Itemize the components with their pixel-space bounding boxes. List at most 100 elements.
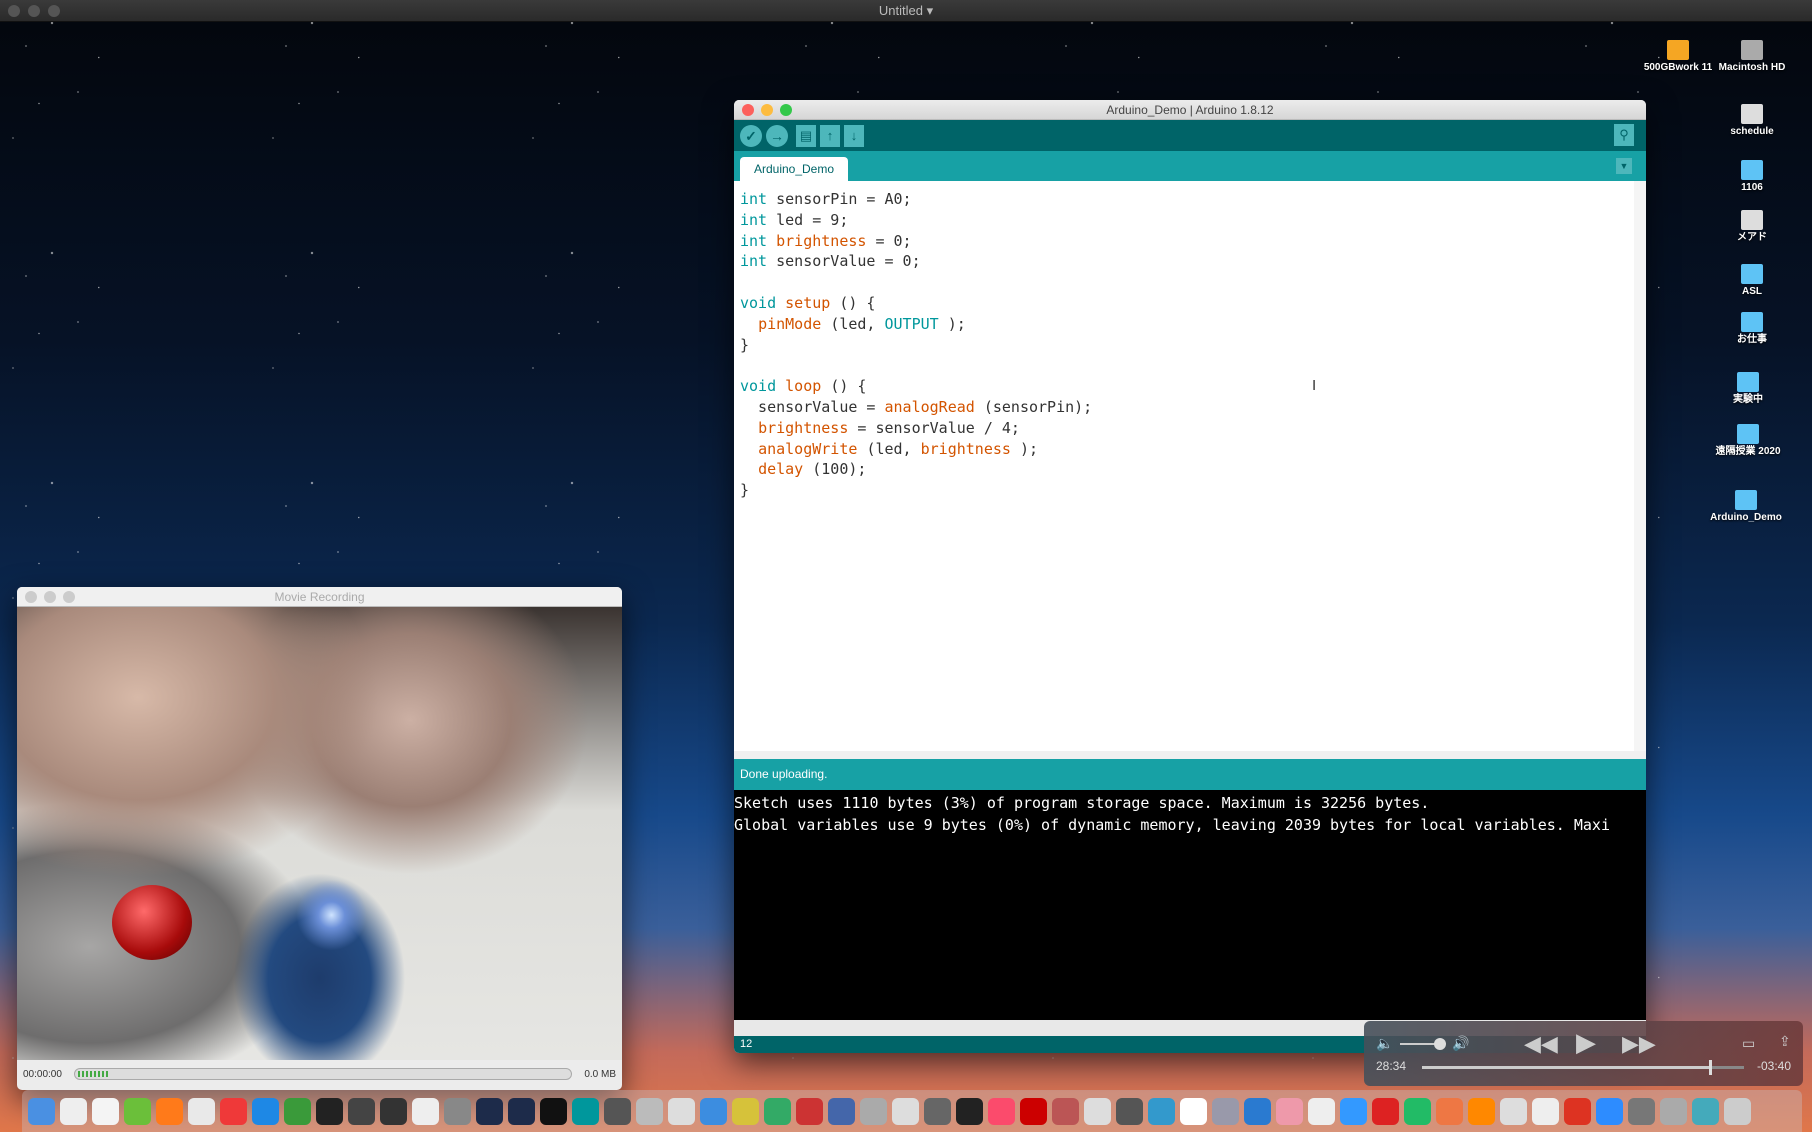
gmail-icon[interactable] [1564, 1097, 1591, 1125]
app-dl-icon[interactable] [1660, 1097, 1687, 1125]
tab-menu-icon[interactable]: ▼ [1616, 158, 1632, 174]
app-down-icon[interactable] [1372, 1097, 1399, 1125]
desktop-icon[interactable]: 1106 [1712, 160, 1792, 194]
chrome-icon[interactable] [188, 1097, 215, 1125]
document-title[interactable]: Untitled [879, 3, 923, 18]
processing-p5-icon[interactable] [476, 1097, 503, 1125]
textedit-icon[interactable] [92, 1097, 119, 1125]
new-button[interactable]: ▤ [796, 124, 816, 147]
app-plane-icon[interactable] [668, 1097, 695, 1125]
window-title: Arduino_Demo | Arduino 1.8.12 [1106, 103, 1274, 117]
folder-icon [1737, 424, 1759, 444]
app-pencil-icon[interactable] [828, 1097, 855, 1125]
bbedit-icon[interactable] [284, 1097, 311, 1125]
app-globe-icon[interactable] [1116, 1097, 1143, 1125]
app-mail2-icon[interactable] [1212, 1097, 1239, 1125]
guitar-icon[interactable] [1052, 1097, 1079, 1125]
app-doc-icon[interactable] [1500, 1097, 1527, 1125]
console-output: Sketch uses 1110 bytes (3%) of program s… [734, 790, 1646, 1020]
app-keys-icon[interactable] [1276, 1097, 1303, 1125]
tab-arduino-demo[interactable]: Arduino_Demo [740, 157, 848, 181]
desktop-icon[interactable]: お仕事 [1712, 312, 1792, 346]
app-apr-icon[interactable] [1308, 1097, 1335, 1125]
app-robot-icon[interactable] [604, 1097, 631, 1125]
open-button[interactable]: ↑ [820, 124, 840, 147]
vlc-icon[interactable] [1468, 1097, 1495, 1125]
app-piano-icon[interactable] [956, 1097, 983, 1125]
finder-icon[interactable] [28, 1097, 55, 1125]
app-hat-icon[interactable] [636, 1097, 663, 1125]
numbers-icon[interactable] [124, 1097, 151, 1125]
safari-icon[interactable] [252, 1097, 279, 1125]
serial-monitor-button[interactable]: ⚲ [1614, 124, 1634, 146]
terminal-icon[interactable] [316, 1097, 343, 1125]
app-doc2-icon[interactable] [1532, 1097, 1559, 1125]
jedit-icon[interactable] [60, 1097, 87, 1125]
app-refresh-icon[interactable] [1436, 1097, 1463, 1125]
app8-icon[interactable] [380, 1097, 407, 1125]
desktop-icon[interactable]: schedule [1712, 104, 1792, 138]
save-button[interactable]: ↓ [844, 124, 864, 147]
arduino-icon[interactable] [572, 1097, 599, 1125]
blender-icon[interactable] [444, 1097, 471, 1125]
puredata-icon[interactable] [412, 1097, 439, 1125]
desktop-icon-label: ASL [1742, 286, 1762, 297]
desktop-icon[interactable]: ASL [1712, 264, 1792, 298]
firefox-icon[interactable] [156, 1097, 183, 1125]
camera-preview [17, 607, 622, 1060]
zoom-button[interactable] [780, 104, 792, 116]
zoom-icon[interactable] [1596, 1097, 1623, 1125]
rewind-button[interactable]: ◀◀ [1524, 1031, 1558, 1057]
close-button[interactable] [25, 591, 37, 603]
split-handle[interactable] [734, 751, 1646, 759]
verify-button[interactable]: ✓ [740, 124, 762, 147]
app-check-icon[interactable] [1084, 1097, 1111, 1125]
file-icon [1741, 40, 1763, 60]
volume-slider[interactable] [1400, 1038, 1446, 1050]
code-editor[interactable]: int sensorPin = A0; int led = 9; int brigh… [734, 181, 1646, 751]
app-folder-icon[interactable] [700, 1097, 727, 1125]
code-token: sensorPin = A0; [776, 190, 912, 208]
p3-icon[interactable] [540, 1097, 567, 1125]
app-color-icon[interactable] [732, 1097, 759, 1125]
code-token: brightness [920, 439, 1011, 458]
processing-icon[interactable] [508, 1097, 535, 1125]
console-line: Sketch uses 1110 bytes (3%) of program s… [734, 794, 1430, 812]
app-net-icon[interactable] [1148, 1097, 1175, 1125]
close-button[interactable] [742, 104, 754, 116]
playback-scrubber[interactable] [1422, 1060, 1744, 1075]
fast-forward-button[interactable]: ▶▶ [1622, 1031, 1656, 1057]
minimize-button[interactable] [44, 591, 56, 603]
window-controls[interactable] [8, 5, 60, 17]
desktop-icon[interactable]: 実験中 [1708, 372, 1788, 406]
app-q-icon[interactable] [1404, 1097, 1431, 1125]
desktop-icon[interactable]: Macintosh HD [1712, 40, 1792, 74]
airplay-icon[interactable]: ▭ [1742, 1035, 1755, 1052]
sysprefs-icon[interactable] [1628, 1097, 1655, 1125]
app-home-icon[interactable] [1180, 1097, 1207, 1125]
itunes-icon[interactable] [988, 1097, 1015, 1125]
code-token: } [740, 335, 750, 354]
trash-icon[interactable] [1724, 1097, 1751, 1125]
app-tools-icon[interactable] [796, 1097, 823, 1125]
activity-icon[interactable] [1244, 1097, 1271, 1125]
desktop-icon[interactable]: メアド [1712, 210, 1792, 244]
volume-high-icon: 🔊 [1452, 1035, 1470, 1051]
desktop-icon[interactable]: Arduino_Demo [1706, 490, 1786, 524]
app-folder2-icon[interactable] [1692, 1097, 1719, 1125]
app7-icon[interactable] [348, 1097, 375, 1125]
app-printer-icon[interactable] [860, 1097, 887, 1125]
app-prism-icon[interactable] [764, 1097, 791, 1125]
flash-icon[interactable] [1020, 1097, 1047, 1125]
upload-button[interactable]: → [766, 124, 788, 147]
zoom-button[interactable] [63, 591, 75, 603]
app-ring-icon[interactable] [1340, 1097, 1367, 1125]
desktop-icon[interactable]: 遠隔授業 2020 [1708, 424, 1788, 458]
app-mail-icon[interactable] [892, 1097, 919, 1125]
app-disk-icon[interactable] [924, 1097, 951, 1125]
minimize-button[interactable] [761, 104, 773, 116]
desktop-icon[interactable]: 500GBwork 11 [1638, 40, 1718, 74]
play-button[interactable]: ▶ [1576, 1027, 1596, 1058]
share-icon[interactable]: ⇪ [1779, 1033, 1791, 1050]
vivaldi-icon[interactable] [220, 1097, 247, 1125]
